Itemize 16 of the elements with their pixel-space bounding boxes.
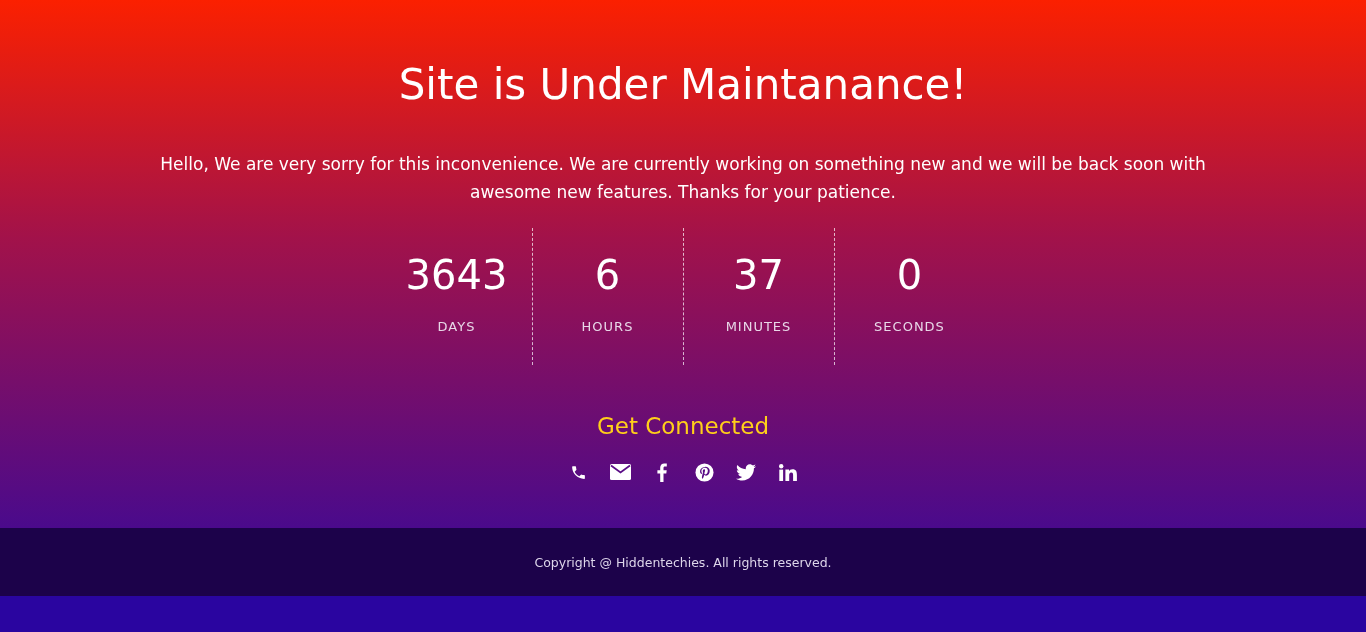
pinterest-icon[interactable] (692, 461, 716, 483)
envelope-icon[interactable] (608, 461, 632, 483)
get-connected-heading: Get Connected (596, 413, 770, 439)
countdown-value: 3643 (405, 251, 508, 299)
linkedin-icon[interactable] (776, 461, 800, 483)
apology-message: Hello, We are very sorry for this inconvenience. We are currently working on something new and we will be back soon with awesome new features. Thanks for your patience. (159, 153, 1207, 204)
page-title: Site is Under Maintanance! (398, 59, 968, 111)
countdown-value: 6 (594, 251, 621, 299)
countdown-value: 37 (733, 251, 784, 299)
countdown-label: HOURS (581, 319, 634, 334)
copyright-text: Copyright @ Hiddentechies. All rights reserved. (534, 554, 832, 570)
countdown-label: MINUTES (725, 319, 792, 334)
countdown-label: SECONDS (874, 319, 945, 334)
countdown-label: DAYS (437, 319, 476, 334)
countdown-value: 0 (896, 251, 923, 299)
twitter-icon[interactable] (734, 461, 758, 483)
